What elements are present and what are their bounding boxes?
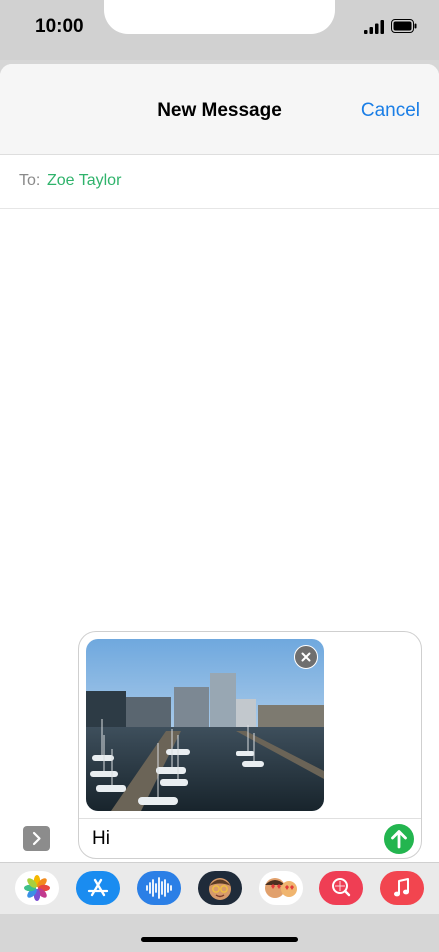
photos-app-button[interactable]: [15, 871, 59, 905]
nav-bar: New Message Cancel: [0, 64, 439, 155]
memoji-stickers-button[interactable]: [259, 871, 303, 905]
home-indicator[interactable]: [141, 937, 298, 942]
home-indicator-area: [0, 914, 439, 952]
audio-message-icon: [146, 877, 172, 899]
status-bar: 10:00: [0, 0, 439, 60]
app-store-button[interactable]: [76, 871, 120, 905]
close-icon: [301, 652, 311, 662]
harbour-photo-image: [86, 639, 324, 811]
message-input[interactable]: Hi: [92, 828, 110, 850]
image-search-icon: [332, 878, 351, 897]
recipient-name[interactable]: Zoe Taylor: [47, 172, 121, 190]
app-drawer: [0, 862, 439, 915]
new-message-sheet: New Message Cancel To: Zoe Taylor Hi: [0, 64, 439, 952]
chevron-right-icon: [32, 831, 41, 846]
message-compose-box: Hi: [78, 631, 422, 859]
status-time: 10:00: [35, 16, 84, 37]
audio-message-button[interactable]: [137, 871, 181, 905]
expand-apps-button[interactable]: [23, 826, 50, 851]
arrow-up-icon: [391, 830, 407, 849]
compose-divider: [79, 818, 421, 819]
image-search-button[interactable]: [319, 871, 363, 905]
photos-app-icon: [24, 875, 50, 901]
memoji-stickers-icon: [265, 878, 297, 898]
music-button[interactable]: [380, 871, 424, 905]
memoji-icon: [209, 878, 231, 900]
phone-screen: 10:00 New Message Cancel To: Zoe Taylor: [0, 0, 439, 952]
send-button[interactable]: [384, 824, 414, 854]
to-label: To:: [19, 172, 41, 189]
attached-photo[interactable]: [86, 639, 324, 811]
cancel-button[interactable]: Cancel: [361, 100, 420, 122]
signal-icon: [364, 20, 384, 34]
battery-icon: [391, 19, 417, 33]
app-store-icon: [87, 878, 109, 897]
music-icon: [394, 878, 409, 897]
remove-attachment-button[interactable]: [294, 645, 318, 669]
recipient-field[interactable]: To: Zoe Taylor: [0, 155, 439, 209]
memoji-button[interactable]: [198, 871, 242, 905]
notch: [104, 0, 335, 34]
